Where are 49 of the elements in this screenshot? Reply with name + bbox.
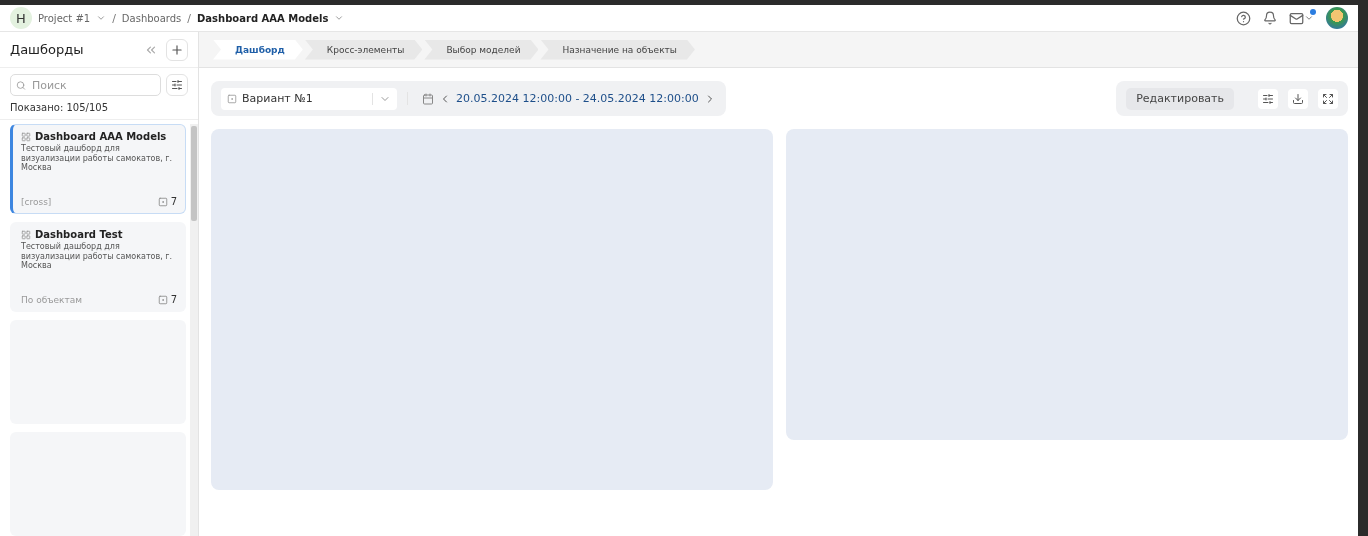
scrollbar[interactable] bbox=[190, 124, 198, 536]
card-description: Тестовый дашборд для визуализации работы самокатов, г. Москва bbox=[21, 144, 174, 173]
shown-count: Показано: 105/105 bbox=[9, 101, 109, 115]
widget-icon bbox=[157, 294, 168, 305]
dashboard-icon bbox=[21, 229, 31, 240]
sliders-icon bbox=[1262, 92, 1274, 105]
dashboard-icon bbox=[21, 131, 31, 142]
user-avatar[interactable] bbox=[1326, 7, 1348, 29]
breadcrumb-separator: / bbox=[187, 11, 192, 25]
add-button[interactable] bbox=[166, 38, 188, 61]
card-description: Тестовый дашборд для визуализации работы самокатов, г. Москва bbox=[21, 242, 174, 271]
step-tab[interactable]: Назначение на объекты bbox=[540, 39, 695, 60]
dashboard-card[interactable]: Dashboard Test Тестовый дашборд для визуализации работы самокатов, г. Москва По объектам 7 bbox=[10, 222, 186, 312]
card-title: Dashboard AAA Models bbox=[35, 131, 167, 142]
breadcrumb-link[interactable]: Dashboard AAA Models bbox=[197, 12, 329, 24]
date-range[interactable]: 20.05.2024 12:00:00 - 24.05.2024 12:00:00 bbox=[456, 92, 699, 105]
search-icon bbox=[16, 79, 26, 91]
widget-icon bbox=[157, 196, 168, 207]
calendar-icon bbox=[422, 92, 434, 105]
step-tab[interactable]: Дашборд bbox=[213, 39, 303, 60]
variant-select[interactable]: Вариант №1 bbox=[221, 87, 397, 110]
project-avatar[interactable]: H bbox=[10, 7, 32, 29]
step-tab[interactable]: Кросс-элементы bbox=[304, 39, 423, 60]
mail-button[interactable] bbox=[1289, 10, 1314, 26]
breadcrumb-separator: / bbox=[112, 11, 116, 25]
card-title: Dashboard Test bbox=[35, 229, 123, 240]
step-tab[interactable]: Выбор моделей bbox=[424, 39, 539, 60]
widget-count: 7 bbox=[170, 294, 177, 305]
dashboard-card[interactable]: Dashboard AAA Models Тестовый дашборд для визуализации работы самокатов, г. Москва [cross] 7 bbox=[10, 124, 186, 214]
sidebar-title: Дашборды bbox=[10, 42, 85, 57]
breadcrumb-link[interactable]: Dashboards bbox=[121, 12, 182, 24]
caret-icon[interactable] bbox=[1304, 13, 1314, 23]
bell-icon[interactable] bbox=[1263, 11, 1277, 25]
expand-icon bbox=[1322, 92, 1334, 105]
card-tag: По объектам bbox=[21, 294, 83, 305]
sliders-icon bbox=[171, 79, 183, 91]
filter-button[interactable] bbox=[166, 74, 188, 96]
plus-icon bbox=[170, 42, 184, 57]
download-icon bbox=[1292, 92, 1304, 105]
search-box[interactable]: Поиск bbox=[10, 74, 161, 96]
variant-icon bbox=[227, 93, 237, 104]
download-button[interactable] bbox=[1288, 88, 1308, 109]
edit-button[interactable]: Редактировать bbox=[1126, 87, 1234, 110]
breadcrumb-link[interactable]: Project #1 bbox=[38, 12, 91, 24]
widget-count: 7 bbox=[170, 196, 177, 207]
settings-button[interactable] bbox=[1258, 88, 1278, 109]
card-tag: [cross] bbox=[21, 196, 52, 207]
fullscreen-button[interactable] bbox=[1318, 88, 1338, 109]
help-icon[interactable] bbox=[1236, 10, 1251, 26]
